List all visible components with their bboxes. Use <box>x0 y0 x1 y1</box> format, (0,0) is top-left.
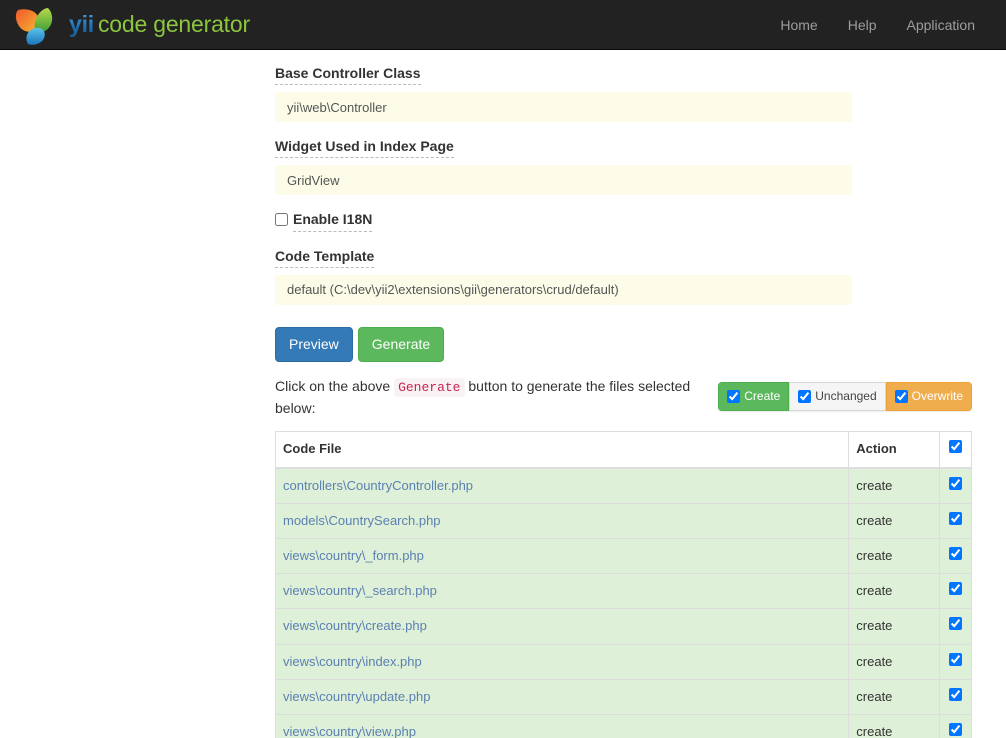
table-row: views\country\index.php create <box>276 644 972 679</box>
legend-unchanged-label: Unchanged <box>815 388 876 405</box>
code-file-link[interactable]: views\country\_search.php <box>283 583 437 598</box>
cell-action: create <box>849 574 940 609</box>
row-select-checkbox[interactable] <box>949 688 962 701</box>
select-all-checkbox[interactable] <box>949 440 962 453</box>
legend-create-label: Create <box>744 388 780 405</box>
header-action: Action <box>849 432 940 468</box>
cell-action: create <box>849 468 940 504</box>
table-row: views\country\update.php create <box>276 679 972 714</box>
top-navbar: yiicode generator Home Help Application <box>0 0 1006 50</box>
table-row: controllers\CountryController.php create <box>276 468 972 504</box>
row-select-checkbox[interactable] <box>949 723 962 736</box>
row-select-checkbox[interactable] <box>949 547 962 560</box>
code-file-link[interactable]: views\country\view.php <box>283 724 416 738</box>
cell-action: create <box>849 644 940 679</box>
cell-action: create <box>849 539 940 574</box>
code-file-link[interactable]: views\country\update.php <box>283 689 430 704</box>
table-head: Code File Action <box>276 432 972 468</box>
cell-code-file: views\country\update.php <box>276 679 849 714</box>
code-file-link[interactable]: views\country\index.php <box>283 654 422 669</box>
header-select-all[interactable] <box>939 432 971 468</box>
legend-unchanged-checkbox[interactable] <box>798 390 811 403</box>
cell-code-file: views\country\view.php <box>276 714 849 738</box>
widget-index-page-label: Widget Used in Index Page <box>275 137 454 158</box>
code-template-input[interactable] <box>275 275 852 305</box>
cell-select[interactable] <box>939 714 971 738</box>
row-select-checkbox[interactable] <box>949 617 962 630</box>
table-body: controllers\CountryController.phpcreatem… <box>276 468 972 738</box>
code-file-link[interactable]: controllers\CountryController.php <box>283 478 473 493</box>
enable-i18n-label: Enable I18N <box>293 210 372 231</box>
base-controller-class-label: Base Controller Class <box>275 64 421 85</box>
brand-text: yiicode generator <box>69 13 250 36</box>
yii-butterfly-logo-icon <box>14 4 60 46</box>
generate-button[interactable]: Generate <box>358 327 444 363</box>
brand-logo[interactable]: yiicode generator <box>14 0 250 50</box>
cell-action: create <box>849 503 940 538</box>
code-file-link[interactable]: views\country\_form.php <box>283 548 424 563</box>
legend-create-checkbox[interactable] <box>727 390 740 403</box>
legend-toggle-create[interactable]: Create <box>718 382 789 411</box>
table-row: views\country\_search.php create <box>276 574 972 609</box>
hint-prefix: Click on the above <box>275 378 390 394</box>
cell-select[interactable] <box>939 468 971 504</box>
cell-select[interactable] <box>939 503 971 538</box>
hint-and-legend-row: Click on the above Generate button to ge… <box>275 376 972 418</box>
table-row: models\CountrySearch.php create <box>276 503 972 538</box>
brand-tagline: code generator <box>98 11 250 37</box>
code-template-label: Code Template <box>275 247 374 268</box>
legend-overwrite-checkbox[interactable] <box>895 390 908 403</box>
table-row: views\country\create.php create <box>276 609 972 644</box>
nav-links: Home Help Application <box>765 2 990 48</box>
cell-code-file: controllers\CountryController.php <box>276 468 849 504</box>
status-legend: Create Unchanged Overwrite <box>718 382 972 411</box>
code-files-table: Code File Action controllers\CountryCont… <box>275 431 972 738</box>
form-actions: Preview Generate <box>275 327 1006 363</box>
base-controller-class-input[interactable] <box>275 92 852 122</box>
header-code-file: Code File <box>276 432 849 468</box>
cell-select[interactable] <box>939 574 971 609</box>
cell-select[interactable] <box>939 644 971 679</box>
nav-item-home[interactable]: Home <box>765 2 832 48</box>
field-base-controller-class: Base Controller Class <box>275 64 1006 122</box>
row-select-checkbox[interactable] <box>949 653 962 666</box>
enable-i18n-checkbox[interactable] <box>275 213 288 226</box>
widget-index-page-input[interactable] <box>275 165 852 195</box>
legend-overwrite-label: Overwrite <box>912 388 963 405</box>
cell-action: create <box>849 679 940 714</box>
cell-action: create <box>849 714 940 738</box>
table-row: views\country\view.php create <box>276 714 972 738</box>
preview-button[interactable]: Preview <box>275 327 353 363</box>
row-select-checkbox[interactable] <box>949 582 962 595</box>
cell-code-file: views\country\_search.php <box>276 574 849 609</box>
cell-code-file: models\CountrySearch.php <box>276 503 849 538</box>
legend-toggle-overwrite[interactable]: Overwrite <box>886 382 972 411</box>
nav-item-application[interactable]: Application <box>892 2 991 48</box>
cell-code-file: views\country\create.php <box>276 609 849 644</box>
field-code-template: Code Template <box>275 247 1006 305</box>
generator-form: Base Controller Class Widget Used in Ind… <box>0 50 1006 738</box>
hint-code-generate: Generate <box>394 378 464 397</box>
field-widget-index-page: Widget Used in Index Page <box>275 137 1006 195</box>
row-select-checkbox[interactable] <box>949 477 962 490</box>
code-file-link[interactable]: models\CountrySearch.php <box>283 513 441 528</box>
cell-action: create <box>849 609 940 644</box>
cell-select[interactable] <box>939 609 971 644</box>
table-header-row: Code File Action <box>276 432 972 468</box>
cell-code-file: views\country\_form.php <box>276 539 849 574</box>
nav-item-help[interactable]: Help <box>833 2 892 48</box>
legend-toggle-unchanged[interactable]: Unchanged <box>789 382 885 411</box>
code-file-link[interactable]: views\country\create.php <box>283 618 427 633</box>
table-row: views\country\_form.php create <box>276 539 972 574</box>
field-enable-i18n: Enable I18N <box>275 210 1006 231</box>
cell-select[interactable] <box>939 539 971 574</box>
cell-select[interactable] <box>939 679 971 714</box>
brand-name: yii <box>69 11 94 37</box>
cell-code-file: views\country\index.php <box>276 644 849 679</box>
generate-hint-text: Click on the above Generate button to ge… <box>275 376 705 418</box>
row-select-checkbox[interactable] <box>949 512 962 525</box>
